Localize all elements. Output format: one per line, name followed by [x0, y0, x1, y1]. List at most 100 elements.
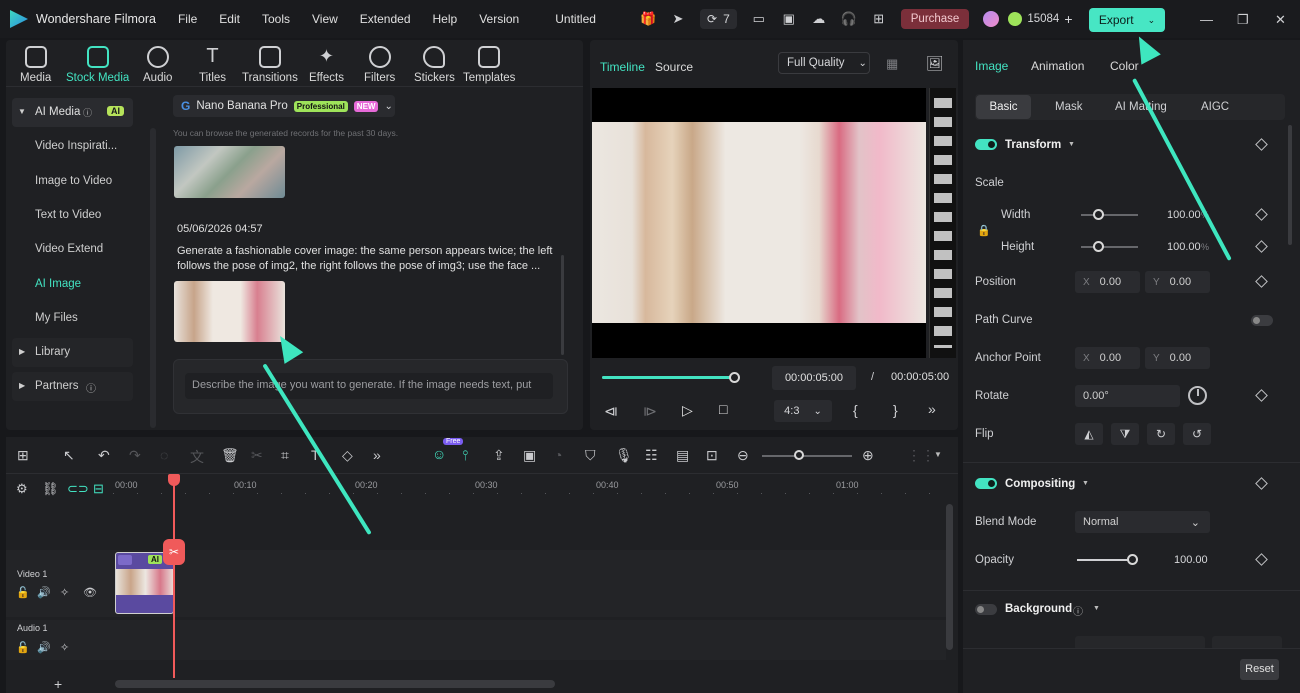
- compositing-toggle[interactable]: [975, 478, 997, 489]
- snap-icon[interactable]: ⊟: [93, 481, 104, 497]
- zoom-in-icon[interactable]: ⊕: [862, 447, 874, 464]
- microphone-icon[interactable]: 🎙: [615, 447, 633, 464]
- height-slider-knob[interactable]: [1093, 241, 1104, 252]
- playback-progress-knob[interactable]: [729, 372, 740, 383]
- records-scrollbar[interactable]: [561, 255, 564, 355]
- opacity-slider-knob[interactable]: [1127, 554, 1138, 565]
- close-icon[interactable]: ✕: [1275, 12, 1286, 28]
- sidebar-item-my-files[interactable]: My Files: [35, 312, 78, 324]
- chevron-down-icon[interactable]: ⌄: [1148, 15, 1156, 26]
- tab-media[interactable]: Media: [20, 46, 51, 84]
- caret-right-icon[interactable]: ▶: [19, 381, 25, 390]
- tab-timeline[interactable]: Timeline: [600, 60, 645, 74]
- caret-down-icon[interactable]: ▼: [1082, 480, 1089, 487]
- subtab-aigc[interactable]: AIGC: [1201, 101, 1229, 113]
- current-time[interactable]: 00:00:05:00: [772, 366, 856, 390]
- maximize-icon[interactable]: ❐: [1237, 12, 1249, 28]
- help-icon[interactable]: ⓘ: [1073, 603, 1083, 618]
- menu-version[interactable]: Version: [479, 12, 519, 26]
- image-edit-icon[interactable]: ▣: [523, 447, 536, 464]
- timeline-hscrollbar[interactable]: [115, 680, 555, 688]
- mark-out-icon[interactable]: }: [893, 402, 898, 418]
- zoom-slider-knob[interactable]: [794, 450, 804, 460]
- layout-grid-icon[interactable]: ⊞: [17, 447, 29, 464]
- lock-icon[interactable]: 🔓: [16, 641, 30, 654]
- anchor-y-field[interactable]: Y 0.00: [1145, 347, 1210, 369]
- path-curve-toggle[interactable]: [1251, 315, 1273, 326]
- purchase-button[interactable]: Purchase: [900, 9, 970, 29]
- ripple-icon[interactable]: ◌: [160, 447, 168, 463]
- tab-color[interactable]: Color: [1110, 59, 1139, 73]
- menu-tools[interactable]: Tools: [262, 12, 290, 26]
- avatar[interactable]: [983, 11, 1000, 27]
- menu-edit[interactable]: Edit: [219, 12, 240, 26]
- caret-down-icon[interactable]: ▼: [1093, 605, 1100, 612]
- subtab-ai-matting[interactable]: AI Matting: [1115, 101, 1167, 113]
- export-button[interactable]: Export ⌄: [1089, 8, 1165, 32]
- subtitle-icon[interactable]: ▤: [676, 447, 689, 464]
- aspect-ratio-select[interactable]: 4:3 ⌄: [774, 400, 832, 422]
- caret-down-icon[interactable]: ▼: [18, 107, 26, 116]
- transform-toggle[interactable]: [975, 139, 997, 150]
- credits-display[interactable]: 15084 +: [983, 11, 1073, 27]
- caret-down-icon[interactable]: ▼: [1068, 141, 1075, 148]
- zoom-out-icon[interactable]: ⊖: [737, 447, 749, 464]
- tab-titles[interactable]: T Titles: [199, 46, 226, 84]
- width-slider[interactable]: [1081, 214, 1138, 216]
- generated-thumbnail-city[interactable]: [174, 146, 285, 198]
- crop-icon[interactable]: ⌗: [281, 447, 289, 464]
- tab-stock-media[interactable]: Stock Media: [66, 46, 129, 84]
- delete-icon[interactable]: 🗑: [221, 447, 239, 464]
- tab-source[interactable]: Source: [655, 60, 693, 74]
- help-icon[interactable]: ⓘ: [83, 106, 92, 119]
- scissors-icon[interactable]: ✂: [251, 447, 263, 464]
- lock-ratio-icon[interactable]: 🔒: [977, 224, 991, 237]
- speed-icon[interactable]: ◔: [554, 447, 562, 463]
- background-toggle[interactable]: [975, 604, 997, 615]
- sidebar-item-image-to-video[interactable]: Image to Video: [35, 175, 112, 187]
- flip-vertical-icon[interactable]: ⧩: [1111, 423, 1139, 445]
- split-icon[interactable]: ⫯: [462, 447, 468, 464]
- tab-transitions[interactable]: Transitions: [242, 46, 298, 84]
- magic-icon[interactable]: ✧: [60, 586, 69, 599]
- shield-icon[interactable]: ⛉: [585, 447, 596, 464]
- blend-mode-select[interactable]: Normal ⌄: [1075, 511, 1210, 533]
- ai-robot-icon[interactable]: ☺: [432, 446, 446, 462]
- magic-icon[interactable]: ✧: [60, 641, 69, 654]
- zoom-slider-track[interactable]: [762, 455, 852, 457]
- reset-button[interactable]: Reset: [1240, 659, 1279, 680]
- play-icon[interactable]: ▷: [682, 402, 693, 419]
- sidebar-item-video-inspiration[interactable]: Video Inspirati...: [35, 140, 117, 152]
- notifications-badge[interactable]: ⟳ 7: [700, 9, 737, 29]
- position-y-field[interactable]: Y 0.00: [1145, 271, 1210, 293]
- add-track-icon[interactable]: +: [54, 676, 62, 692]
- grid-apps-icon[interactable]: ⊞: [871, 11, 887, 27]
- minimize-icon[interactable]: —: [1200, 12, 1213, 27]
- speaker-icon[interactable]: 🔊: [37, 586, 51, 599]
- generated-thumbnail-fashion[interactable]: [174, 281, 285, 342]
- anchor-x-field[interactable]: X 0.00: [1075, 347, 1140, 369]
- rotate-dial-icon[interactable]: [1188, 386, 1207, 405]
- audio-mixer-icon[interactable]: ☷: [645, 447, 658, 464]
- mark-in-icon[interactable]: {: [853, 402, 858, 418]
- opacity-value[interactable]: 100.00: [1174, 554, 1208, 566]
- lock-icon[interactable]: 🔓: [16, 586, 30, 599]
- flip-horizontal-icon[interactable]: ◭: [1075, 423, 1103, 445]
- tab-templates[interactable]: Templates: [463, 46, 515, 84]
- rotate-field[interactable]: 0.00°: [1075, 385, 1180, 407]
- grid-view-icon[interactable]: ▦: [886, 56, 898, 72]
- caret-down-icon[interactable]: ▼: [934, 450, 942, 459]
- height-slider[interactable]: [1081, 246, 1138, 248]
- menu-extended[interactable]: Extended: [360, 12, 411, 26]
- unlink-icon[interactable]: ⛓: [42, 481, 59, 497]
- timeline-settings-icon[interactable]: ⚙: [16, 481, 28, 497]
- monitor-icon[interactable]: ▭: [751, 11, 767, 27]
- quality-select[interactable]: Full Quality ⌄: [778, 52, 870, 74]
- prev-frame-icon[interactable]: ⧏: [604, 403, 618, 420]
- properties-scrollbar[interactable]: [1288, 125, 1292, 245]
- more-controls-icon[interactable]: »: [928, 401, 936, 417]
- stop-icon[interactable]: □: [719, 401, 727, 417]
- tab-animation[interactable]: Animation: [1031, 59, 1084, 73]
- sidebar-item-text-to-video[interactable]: Text to Video: [35, 209, 101, 221]
- position-x-field[interactable]: X 0.00: [1075, 271, 1140, 293]
